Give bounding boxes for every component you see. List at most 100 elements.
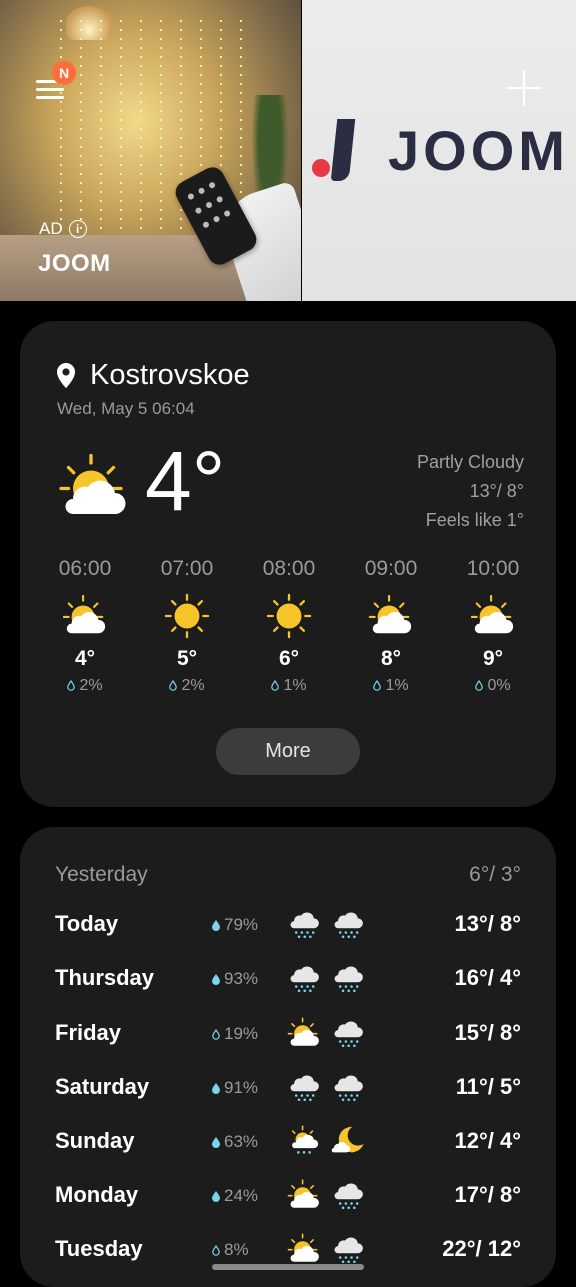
plus-icon[interactable] [506, 70, 542, 106]
ad-text: AD [39, 219, 63, 238]
current-temperature: 4° [145, 434, 226, 528]
hour-time: 08:00 [262, 557, 316, 580]
daily-row-thursday[interactable]: Thursday 93% 16°/ 4° [55, 961, 521, 1001]
partly-cloudy-icon [286, 1232, 322, 1266]
hour-precip: 1% [340, 677, 442, 695]
hour-precip: 1% [238, 677, 340, 695]
day-name: Today [55, 911, 119, 936]
sunny-icon [266, 593, 312, 639]
raindrop-icon [212, 1137, 220, 1148]
day-name: Thursday [55, 965, 155, 990]
sun-rain-icon [286, 1124, 322, 1158]
day-name: Sunday [55, 1128, 135, 1153]
condition-summary: Partly Cloudy 13°/ 8° Feels like 1° [417, 448, 524, 535]
day-temps: 17°/ 8° [454, 1182, 521, 1207]
day-precip: 63% [212, 1132, 258, 1152]
joom-logo: JOOM [312, 118, 569, 183]
ad-banner[interactable]: N AD i JOOM JOOM [0, 0, 576, 301]
joom-logo-mark [312, 118, 356, 183]
daily-row-saturday[interactable]: Saturday 91% 11°/ 5° [55, 1070, 521, 1110]
partly-cloudy-icon [470, 593, 516, 639]
daily-row-friday[interactable]: Friday 19% 15°/ 8° [55, 1016, 521, 1056]
day-temps: 16°/ 4° [454, 965, 521, 990]
ad-image[interactable]: N AD i JOOM [0, 0, 301, 301]
rain-cloud-icon [286, 907, 322, 941]
hourly-forecast[interactable]: 06:00 4° 2% 07:00 5° 2% 08:00 6° 1% 09:0… [34, 557, 544, 695]
partly-cloudy-icon [54, 451, 134, 523]
sunny-icon [164, 593, 210, 639]
light-strand [100, 20, 102, 250]
raindrop-icon [67, 680, 75, 691]
raindrop-icon [212, 1191, 220, 1202]
day-precip: 24% [212, 1186, 258, 1206]
info-icon[interactable]: i [68, 220, 87, 238]
lamp-shape [66, 6, 112, 40]
hour-time: 09:00 [364, 557, 418, 580]
day-name: Friday [55, 1020, 122, 1045]
ad-label[interactable]: AD i [39, 219, 87, 239]
day-name: Saturday [55, 1074, 150, 1099]
rain-cloud-icon [330, 907, 366, 941]
light-strand [60, 20, 62, 250]
day-name: Tuesday [55, 1236, 143, 1261]
day-temps: 11°/ 5° [455, 1074, 521, 1099]
daily-row-monday[interactable]: Monday 24% 17°/ 8° [55, 1178, 521, 1218]
yesterday-row: Yesterday 6°/ 3° [55, 863, 521, 887]
light-strand [80, 20, 82, 250]
daily-row-today[interactable]: Today 79% 13°/ 8° [55, 907, 521, 947]
hour-temp: 4° [74, 647, 96, 670]
location-row[interactable]: Kostrovskoe [56, 359, 250, 392]
raindrop-icon [212, 1029, 220, 1040]
high-low-temps: 13°/ 8° [469, 481, 524, 501]
ad-brand-name: JOOM [38, 250, 111, 277]
partly-cloudy-icon [286, 1178, 322, 1212]
day-temps: 22°/ 12° [442, 1236, 521, 1261]
hourly-item: 09:00 8° 1% [340, 557, 442, 695]
partly-cloudy-icon [62, 593, 108, 639]
day-precip: 8% [212, 1240, 249, 1260]
joom-logo-text: JOOM [388, 119, 569, 182]
hour-temp: 6° [278, 647, 300, 670]
light-strand [160, 20, 162, 250]
day-name: Monday [55, 1182, 139, 1207]
raindrop-icon [169, 680, 177, 691]
day-temps: 12°/ 4° [454, 1128, 521, 1153]
hour-precip: 0% [442, 677, 544, 695]
daily-forecast-card[interactable]: Yesterday 6°/ 3° Today 79% 13°/ 8° Thurs… [20, 827, 556, 1287]
hourly-item: 07:00 5° 2% [136, 557, 238, 695]
moon-cloud-icon [330, 1124, 366, 1158]
location-pin-icon [57, 362, 75, 388]
day-precip: 19% [212, 1024, 258, 1044]
hourly-item: 06:00 4° 2% [34, 557, 136, 695]
current-weather-card[interactable]: Kostrovskoe Wed, May 5 06:04 4° Partly C… [20, 321, 556, 807]
raindrop-icon [212, 974, 220, 985]
condition-text: Partly Cloudy [416, 452, 524, 472]
raindrop-icon [271, 680, 279, 691]
daily-row-sunday[interactable]: Sunday 63% 12°/ 4° [55, 1124, 521, 1164]
hour-time: 06:00 [58, 557, 112, 580]
hour-time: 07:00 [160, 557, 214, 580]
hour-temp: 9° [482, 647, 504, 670]
partly-cloudy-icon [286, 1016, 322, 1050]
rain-cloud-icon [286, 961, 322, 995]
yesterday-temps: 6°/ 3° [469, 863, 521, 886]
rain-cloud-icon [286, 1070, 322, 1104]
rain-cloud-icon [330, 961, 366, 995]
home-indicator[interactable] [212, 1264, 364, 1270]
light-strand [120, 20, 122, 250]
day-temps: 13°/ 8° [454, 911, 521, 936]
location-name: Kostrovskoe [90, 359, 250, 391]
hour-temp: 8° [380, 647, 402, 670]
day-precip: 91% [212, 1078, 258, 1098]
day-precip: 93% [212, 969, 258, 989]
raindrop-icon [212, 920, 220, 931]
raindrop-icon [212, 1083, 220, 1094]
hourly-item: 08:00 6° 1% [238, 557, 340, 695]
date-time: Wed, May 5 06:04 [57, 399, 195, 418]
hour-precip: 2% [136, 677, 238, 695]
day-precip: 79% [212, 915, 258, 935]
raindrop-icon [212, 1245, 220, 1256]
yesterday-label: Yesterday [55, 863, 148, 886]
more-button[interactable]: More [216, 728, 360, 775]
hourly-item: 10:00 9° 0% [442, 557, 544, 695]
